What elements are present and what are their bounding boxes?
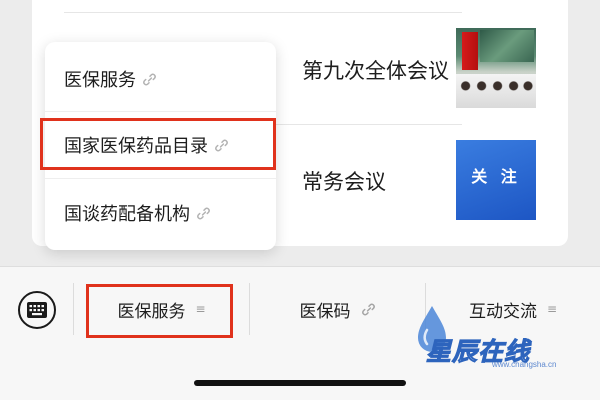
submenu-item-medical-insurance-service[interactable]: 医保服务 — [45, 45, 276, 113]
watermark: 星辰在线 www.changsha.cn — [414, 298, 594, 378]
article-item[interactable] — [64, 0, 462, 13]
follow-thumbnail-text: 关 注 — [471, 167, 521, 186]
flag-icon — [462, 32, 478, 70]
article-title[interactable]: 第九次全体会议 — [302, 55, 462, 85]
meeting-photo-thumbnail[interactable] — [456, 28, 536, 108]
meeting-attendees — [456, 74, 536, 108]
home-indicator[interactable] — [194, 380, 406, 386]
menu-item-medical-insurance-code[interactable]: 医保码 — [250, 281, 425, 337]
article-title[interactable]: 常务会议 — [302, 166, 462, 196]
submenu-item-label: 医保服务 — [64, 70, 136, 91]
highlight-box — [86, 284, 233, 338]
menu-item-label: 医保码 — [299, 301, 351, 322]
link-icon — [361, 303, 375, 315]
keyboard-glyph — [27, 302, 47, 318]
link-icon — [143, 73, 156, 85]
submenu-item-negotiated-drug-institutions[interactable]: 国谈药配备机构 — [45, 179, 276, 247]
meeting-backdrop — [480, 30, 534, 62]
link-icon — [197, 207, 210, 219]
keyboard-icon[interactable] — [18, 291, 56, 329]
highlight-box — [40, 118, 276, 170]
follow-thumbnail[interactable]: 关 注 — [456, 140, 536, 220]
watermark-domain: www.changsha.cn — [492, 360, 557, 369]
submenu-item-label: 国谈药配备机构 — [64, 204, 190, 225]
